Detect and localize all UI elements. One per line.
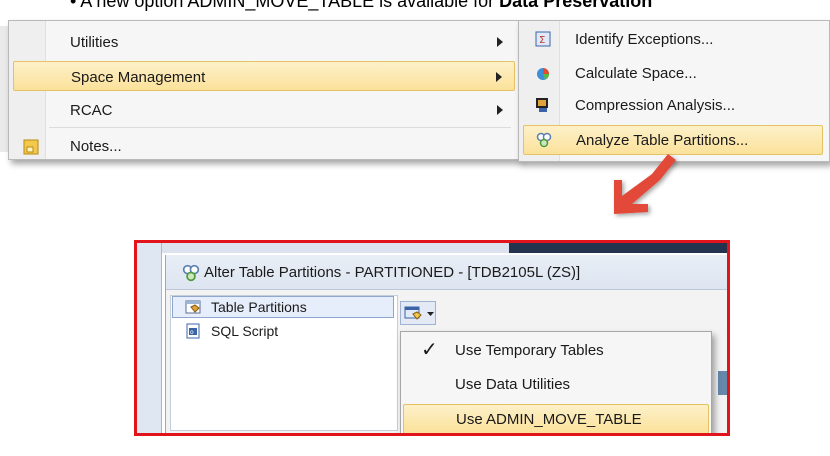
- dialog-title: Alter Table Partitions - PARTITIONED - […: [204, 264, 581, 281]
- options-dropdown-menu: ✓ Use Temporary Tables Use Data Utilitie…: [400, 331, 712, 433]
- menu-separator: [49, 127, 511, 128]
- submenu-item-compression-analysis[interactable]: Compression Analysis...: [523, 91, 823, 121]
- check-icon: ✓: [421, 339, 438, 361]
- menu-item-label: RCAC: [70, 102, 113, 119]
- navigation-tree: Table Partitions o SQL Script: [170, 295, 398, 431]
- menu-item-space-management[interactable]: Space Management: [13, 61, 515, 91]
- submenu-arrow-icon: [496, 72, 502, 82]
- menu-item-label: Notes...: [70, 138, 122, 155]
- option-use-admin-move-table[interactable]: Use ADMIN_MOVE_TABLE: [403, 404, 709, 433]
- option-label: Use Temporary Tables: [455, 342, 604, 359]
- background-window-band: [509, 243, 727, 253]
- menu-item-utilities[interactable]: Utilities: [13, 27, 515, 57]
- tree-item-label: SQL Script: [211, 323, 279, 339]
- notes-icon: [23, 139, 39, 155]
- alter-table-partitions-dialog: Alter Table Partitions - PARTITIONED - […: [165, 255, 727, 433]
- menu-item-label: Compression Analysis...: [575, 97, 736, 114]
- background-scroll-indicator: [718, 371, 727, 395]
- callout-arrow-icon: [614, 154, 676, 214]
- bullet-text: • A new option ADMIN_MOVE_TABLE is avail…: [70, 0, 500, 11]
- menu-item-label: Analyze Table Partitions...: [576, 132, 749, 149]
- context-menu: Utilities Space Management RCAC Notes...: [8, 20, 520, 160]
- svg-text:Σ: Σ: [539, 35, 545, 46]
- options-icon: [404, 306, 422, 320]
- menu-item-label: Calculate Space...: [575, 65, 697, 82]
- background-side-panel: [137, 243, 162, 433]
- space-management-submenu: Σ Identify Exceptions... Calculate Space…: [518, 20, 830, 162]
- submenu-item-identify-exceptions[interactable]: Σ Identify Exceptions...: [523, 25, 823, 55]
- chevron-down-icon: [427, 312, 434, 316]
- menu-item-rcac[interactable]: RCAC: [13, 95, 515, 125]
- dialog-callout: Alter Table Partitions - PARTITIONED - […: [134, 240, 730, 436]
- menu-item-label: Utilities: [70, 34, 119, 51]
- menu-item-notes[interactable]: Notes...: [13, 131, 515, 161]
- compression-icon: [536, 98, 548, 112]
- submenu-arrow-icon: [497, 105, 503, 115]
- option-label: Use Data Utilities: [455, 376, 571, 393]
- dialog-title-bar: Alter Table Partitions - PARTITIONED - […: [166, 255, 727, 290]
- bullet-bold-text: Data Preservation: [499, 0, 653, 11]
- tree-item-table-partitions[interactable]: Table Partitions: [185, 299, 385, 317]
- submenu-arrow-icon: [497, 37, 503, 47]
- submenu-item-calculate-space[interactable]: Calculate Space...: [523, 59, 823, 89]
- table-partitions-icon: [185, 300, 201, 314]
- partitions-icon: [536, 132, 552, 148]
- options-dropdown-button[interactable]: [400, 301, 436, 325]
- svg-text:o: o: [190, 329, 194, 336]
- option-use-data-utilities[interactable]: Use Data Utilities: [403, 370, 709, 400]
- menu-item-label: Identify Exceptions...: [575, 31, 714, 48]
- tree-item-label: Table Partitions: [211, 299, 307, 315]
- option-use-temporary-tables[interactable]: ✓ Use Temporary Tables: [403, 336, 709, 366]
- menu-item-label: Space Management: [71, 69, 206, 86]
- partitions-icon: [182, 264, 200, 282]
- sql-script-icon: o: [186, 323, 200, 339]
- option-label: Use ADMIN_MOVE_TABLE: [456, 411, 642, 428]
- identify-exceptions-icon: Σ: [535, 31, 551, 47]
- pie-chart-icon: [537, 68, 549, 80]
- tree-item-sql-script[interactable]: o SQL Script: [185, 323, 385, 341]
